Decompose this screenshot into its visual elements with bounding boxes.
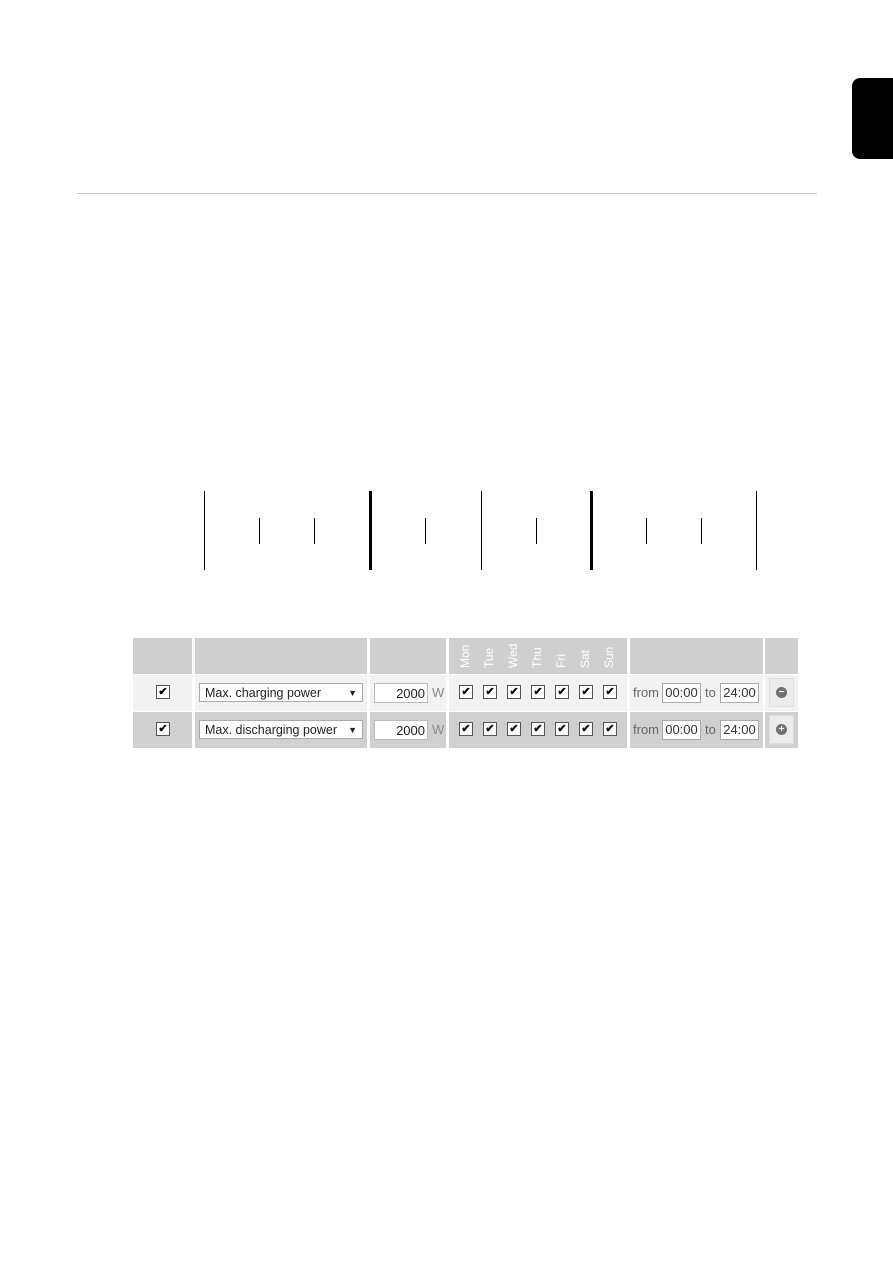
day-label-sat: Sat (578, 649, 592, 668)
add-row-button[interactable]: + (769, 715, 794, 744)
horizontal-divider (77, 193, 817, 194)
vertical-tick (259, 518, 260, 544)
day-checkbox-mon[interactable]: ✔ (459, 685, 473, 699)
mode-select[interactable]: Max. discharging power ▼ (199, 720, 363, 739)
vertical-tick (646, 518, 647, 544)
vertical-rule-bold (369, 491, 372, 570)
from-label: from (633, 722, 659, 737)
vertical-rule (204, 491, 205, 570)
power-input[interactable]: 2000 (374, 683, 428, 703)
day-label-mon: Mon (458, 644, 472, 668)
vertical-tick (314, 518, 315, 544)
power-unit: W (432, 722, 445, 737)
day-checkbox-fri[interactable]: ✔ (555, 685, 569, 699)
from-time-input[interactable]: 00:00 (662, 683, 701, 703)
from-label: from (633, 685, 659, 700)
day-label-sun: Sun (602, 646, 616, 668)
plus-circle-icon: + (776, 724, 787, 735)
from-time-input[interactable]: 00:00 (662, 720, 701, 740)
to-time-input[interactable]: 24:00 (720, 683, 759, 703)
day-checkbox-tue[interactable]: ✔ (483, 685, 497, 699)
to-label: to (705, 685, 716, 700)
day-checkbox-tue[interactable]: ✔ (483, 722, 497, 736)
header-action (765, 638, 798, 674)
header-mode (195, 638, 367, 674)
day-checkbox-sun[interactable]: ✔ (603, 722, 617, 736)
power-unit: W (432, 685, 445, 700)
remove-row-button[interactable]: − (769, 678, 794, 707)
day-checkbox-wed[interactable]: ✔ (507, 722, 521, 736)
vertical-rule (481, 491, 482, 570)
section-tab-marker (852, 78, 893, 159)
vertical-tick (701, 518, 702, 544)
chevron-down-icon: ▼ (348, 725, 357, 735)
day-checkbox-sat[interactable]: ✔ (579, 722, 593, 736)
day-checkbox-thu[interactable]: ✔ (531, 685, 545, 699)
header-power (370, 638, 446, 674)
vertical-tick (425, 518, 426, 544)
day-label-tue: Tue (482, 647, 496, 668)
vertical-rule-bold (590, 491, 593, 570)
day-checkbox-sat[interactable]: ✔ (579, 685, 593, 699)
day-checkbox-thu[interactable]: ✔ (531, 722, 545, 736)
day-checkbox-wed[interactable]: ✔ (507, 685, 521, 699)
vertical-tick (536, 518, 537, 544)
row-enabled-checkbox[interactable]: ✔ (156, 722, 170, 736)
header-enabled (133, 638, 192, 674)
day-label-fri: Fri (554, 654, 568, 668)
vertical-rule (756, 491, 757, 570)
day-checkbox-fri[interactable]: ✔ (555, 722, 569, 736)
day-label-thu: Thu (530, 647, 544, 668)
row-enabled-checkbox[interactable]: ✔ (156, 685, 170, 699)
power-input[interactable]: 2000 (374, 720, 428, 740)
header-time (630, 638, 763, 674)
chevron-down-icon: ▼ (348, 688, 357, 698)
day-checkbox-sun[interactable]: ✔ (603, 685, 617, 699)
day-label-wed: Wed (506, 643, 520, 668)
to-label: to (705, 722, 716, 737)
day-checkbox-mon[interactable]: ✔ (459, 722, 473, 736)
to-time-input[interactable]: 24:00 (720, 720, 759, 740)
mode-select-value: Max. charging power (205, 686, 322, 700)
mode-select[interactable]: Max. charging power ▼ (199, 683, 363, 702)
minus-circle-icon: − (776, 687, 787, 698)
mode-select-value: Max. discharging power (205, 723, 338, 737)
header-days: Mon Tue Wed Thu Fri Sat Sun (449, 638, 627, 674)
